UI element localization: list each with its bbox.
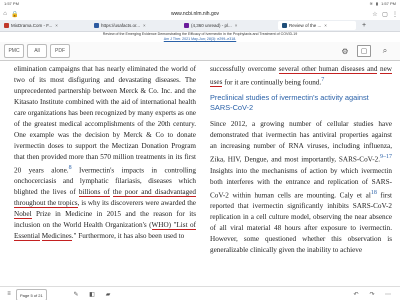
tab-label: MixDrama.Com - F...	[11, 23, 53, 28]
bottom-toolbar: Page 5 of 21 ≡ ✎ ◧ ▰ ↶ ↷ ⋯	[0, 286, 400, 300]
reference-link[interactable]: 9–17	[380, 154, 392, 160]
article-right-column: successfully overcome several other huma…	[210, 64, 392, 256]
wifi-icon: ≋	[369, 1, 373, 6]
body-text: Since 2012, a growing number of cellular…	[210, 120, 392, 255]
close-icon[interactable]: ×	[55, 23, 58, 28]
pdf-button[interactable]: PDF	[50, 44, 70, 58]
search-icon[interactable]: ⌕	[378, 45, 392, 57]
new-tab-icon[interactable]: +	[358, 22, 370, 29]
body-text: elimination campaigns that has nearly el…	[14, 65, 196, 242]
status-bar: 1:57 PM ≋ ▮ 1:57 PM	[0, 0, 400, 8]
address-bar[interactable]: ⌂ 🔒 www.ncbi.nlm.nih.gov ☆ ▢ ⋮	[0, 8, 400, 20]
status-time-right: 1:57 PM	[381, 1, 396, 6]
url-text[interactable]: www.ncbi.nlm.nih.gov	[20, 11, 370, 17]
menu-icon[interactable]: ⋮	[390, 11, 400, 18]
section-heading: Preclinical studies of ivermectin's acti…	[210, 93, 369, 113]
undo-icon[interactable]: ↶	[350, 289, 362, 299]
close-icon[interactable]: ×	[143, 23, 146, 28]
pmc-logo[interactable]: PMC	[4, 44, 24, 58]
highlight-underline: several other human diseases and	[278, 65, 378, 74]
bookmark-icon[interactable]: ☆	[370, 11, 380, 18]
tab-favicon	[4, 23, 9, 28]
tab-favicon	[94, 23, 99, 28]
tab-1[interactable]: MixDrama.Com - F... ×	[0, 21, 88, 30]
close-icon[interactable]: ×	[324, 23, 327, 28]
tab-4[interactable]: Review of the ... ×	[278, 21, 356, 30]
tab-2[interactable]: https://usafacts.or... ×	[90, 21, 178, 30]
pmc-toolbar: PMC All PDF ⚙ ▢ ⌕	[0, 42, 400, 61]
eraser-icon[interactable]: ◧	[86, 289, 98, 299]
article-left-column: elimination campaigns that has nearly el…	[14, 64, 196, 242]
home-icon[interactable]: ⌂	[0, 11, 10, 17]
more-icon[interactable]: ⋯	[382, 289, 394, 299]
highlight-underline: Nobel	[14, 210, 32, 220]
tabs-icon[interactable]: ▢	[380, 11, 390, 18]
list-icon[interactable]: ≡	[4, 289, 14, 299]
tab-label: https://usafacts.or...	[101, 23, 141, 28]
tab-favicon	[184, 23, 189, 28]
tab-3[interactable]: (4,360 unread) - pl... ×	[180, 21, 276, 30]
pen-icon[interactable]: ✎	[70, 289, 82, 299]
highlight-underline: billions of	[78, 188, 110, 198]
redo-icon[interactable]: ↷	[366, 289, 378, 299]
tab-label: Review of the ...	[289, 23, 322, 28]
status-time: 1:57 PM	[4, 1, 19, 6]
battery-icon: ▮	[375, 1, 379, 6]
highlight-underline: Medicines	[41, 232, 72, 242]
reference-link[interactable]: 7	[321, 77, 324, 83]
page-indicator[interactable]: Page 5 of 21	[16, 289, 47, 300]
highlighter-icon[interactable]: ▰	[102, 289, 114, 299]
tab-label: (4,360 unread) - pl...	[191, 23, 232, 28]
all-button[interactable]: All	[27, 44, 47, 58]
tab-favicon	[282, 23, 287, 28]
gear-icon[interactable]: ⚙	[338, 45, 352, 57]
body-text: successfully overcome several other huma…	[210, 65, 392, 88]
citation-link[interactable]: Am J Ther. 2021 May-Jun; 28(3): e299–e31…	[0, 37, 400, 42]
lock-icon: 🔒	[11, 11, 19, 18]
close-icon[interactable]: ×	[235, 23, 238, 28]
article-citation: Review of the Emerging Evidence Demonstr…	[0, 31, 400, 42]
view-toggle-icon[interactable]: ▢	[357, 45, 371, 57]
screen: 1:57 PM ≋ ▮ 1:57 PM ⌂ 🔒 www.ncbi.nlm.nih…	[0, 0, 400, 300]
